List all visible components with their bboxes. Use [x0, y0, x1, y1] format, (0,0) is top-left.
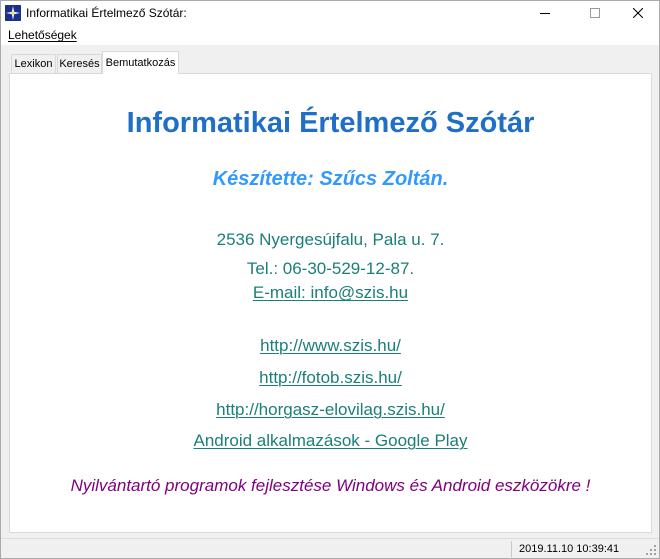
- status-bar: 2019.11.10 10:39:41: [1, 538, 659, 558]
- email-link[interactable]: E-mail: info@szis.hu: [253, 283, 408, 302]
- minimize-icon: [540, 13, 550, 14]
- photo-site-link[interactable]: http://fotob.szis.hu/: [259, 368, 402, 387]
- maximize-icon: [590, 8, 600, 18]
- window-title: Informatikai Értelmező Szótár:: [26, 6, 187, 20]
- menu-bar: Lehetőségek: [1, 25, 659, 45]
- google-play-link[interactable]: Android alkalmazások - Google Play: [193, 431, 467, 450]
- address-line: 2536 Nyergesújfalu, Pala u. 7.: [216, 230, 445, 249]
- status-separator: [511, 541, 512, 557]
- tab-lexikon[interactable]: Lexikon: [11, 54, 56, 73]
- maximize-button[interactable]: [572, 1, 618, 25]
- dictionary-app-icon[interactable]: [5, 5, 21, 21]
- email-row: E-mail: info@szis.hu: [10, 283, 651, 303]
- website-row: http://www.szis.hu/: [10, 336, 651, 356]
- author-line: Készítette: Szűcs Zoltán.: [212, 168, 449, 190]
- phone-line: Tel.: 06-30-529-12-87.: [246, 259, 415, 278]
- app-window: Informatikai Értelmező Szótár: Lehetőség…: [0, 0, 660, 559]
- slogan-text: Nyilvántartó programok fejlesztése Windo…: [70, 476, 591, 495]
- fishing-site-row: http://horgasz-elovilag.szis.hu/: [10, 400, 651, 420]
- website-link[interactable]: http://www.szis.hu/: [260, 336, 401, 355]
- tab-bemutatkozas[interactable]: Bemutatkozás: [102, 51, 179, 74]
- close-icon: [633, 8, 643, 18]
- photo-site-row: http://fotob.szis.hu/: [10, 368, 651, 388]
- close-button[interactable]: [615, 1, 660, 25]
- page-title: Informatikai Értelmező Szótár: [126, 107, 535, 139]
- resize-grip-icon[interactable]: [645, 544, 657, 556]
- tab-kereses[interactable]: Keresés: [57, 54, 102, 73]
- google-play-row: Android alkalmazások - Google Play: [10, 431, 651, 451]
- about-page: Informatikai Értelmező Szótár Készítette…: [9, 73, 652, 533]
- minimize-button[interactable]: [522, 1, 568, 25]
- status-datetime: 2019.11.10 10:39:41: [519, 543, 620, 555]
- title-bar[interactable]: Informatikai Értelmező Szótár:: [1, 1, 659, 25]
- fishing-site-link[interactable]: http://horgasz-elovilag.szis.hu/: [216, 400, 445, 419]
- tab-strip: Lexikon Keresés Bemutatkozás: [1, 45, 659, 74]
- menu-item-options[interactable]: Lehetőségek: [8, 28, 77, 42]
